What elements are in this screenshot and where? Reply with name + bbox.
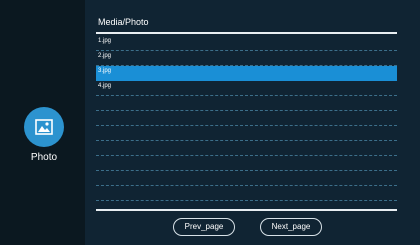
next-page-button[interactable]: Next_page	[260, 218, 322, 236]
page-title: Media/Photo	[98, 17, 149, 27]
file-list: 1.jpg 2.jpg 3.jpg 4.jpg	[96, 36, 397, 201]
title-divider	[96, 32, 397, 34]
photo-app-button[interactable]	[24, 107, 64, 147]
sidebar: Photo	[0, 0, 85, 245]
list-item[interactable]	[96, 126, 397, 141]
file-name: 1.jpg	[98, 38, 112, 44]
list-item[interactable]: 1.jpg	[96, 36, 397, 51]
list-item[interactable]: 4.jpg	[96, 81, 397, 96]
file-name: 2.jpg	[98, 53, 112, 59]
list-item[interactable]	[96, 171, 397, 186]
screen: Photo Media/Photo 1.jpg 2.jpg 3.jpg 4.jpg P…	[0, 0, 420, 245]
list-item[interactable]	[96, 111, 397, 126]
prev-page-button[interactable]: Prev_page	[173, 218, 235, 236]
list-item[interactable]: 2.jpg	[96, 51, 397, 66]
file-name: 3.jpg	[98, 68, 112, 74]
list-item[interactable]	[96, 156, 397, 171]
app-label: Photo	[30, 152, 58, 163]
list-item[interactable]	[96, 96, 397, 111]
file-name: 4.jpg	[98, 83, 112, 89]
list-item-selected[interactable]: 3.jpg	[96, 66, 397, 81]
list-item[interactable]	[96, 186, 397, 201]
photo-icon	[35, 119, 53, 135]
bottom-divider	[96, 209, 397, 211]
file-browser: Media/Photo 1.jpg 2.jpg 3.jpg 4.jpg Prev_pa…	[85, 0, 420, 245]
list-item[interactable]	[96, 141, 397, 156]
